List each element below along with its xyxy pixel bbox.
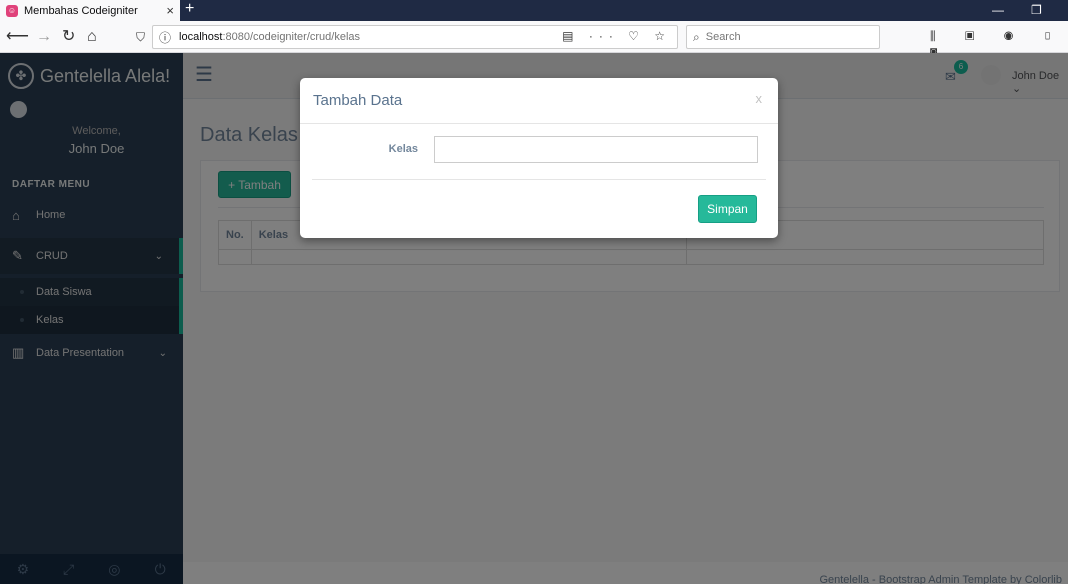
minimize-icon[interactable]: —	[992, 0, 1004, 21]
url-path: :8080/codeigniter/crud/kelas	[222, 31, 361, 43]
add-data-modal: Tambah Data x Kelas Simpan	[300, 78, 778, 238]
tab-title: Membahas Codeigniter	[24, 4, 138, 17]
kelas-label: Kelas	[388, 143, 418, 155]
shield-icon[interactable]: ⛉	[136, 27, 145, 47]
browser-tab[interactable]: ☺ Membahas Codeigniter ×	[0, 0, 180, 21]
reload-icon[interactable]: ↻	[62, 27, 75, 47]
save-button[interactable]: Simpan	[698, 195, 757, 223]
back-icon[interactable]: ⟵	[6, 27, 29, 47]
info-icon[interactable]: ⓘ	[159, 29, 171, 46]
new-tab-button[interactable]: +	[185, 0, 194, 21]
url-host: localhost	[179, 31, 223, 43]
search-placeholder: Search	[705, 31, 741, 43]
search-icon: ⌕	[693, 29, 700, 44]
forward-icon[interactable]: →	[36, 27, 52, 47]
favicon-icon: ☺	[6, 4, 18, 17]
divider	[312, 179, 766, 180]
home-icon[interactable]: ⌂	[87, 27, 97, 47]
modal-header: Tambah Data x	[300, 78, 778, 124]
url-bar[interactable]: ⓘ localhost :8080/codeigniter/crud/kelas…	[152, 25, 678, 49]
page-actions-icons[interactable]: ▤ ··· ♡ ☆	[562, 29, 671, 43]
browser-tab-bar: ☺ Membahas Codeigniter × + — ❐	[0, 0, 1068, 21]
close-icon[interactable]: x	[756, 91, 763, 106]
restore-icon[interactable]: ❐	[1031, 0, 1042, 21]
modal-title: Tambah Data	[313, 92, 403, 109]
search-bar[interactable]: ⌕ Search	[686, 25, 880, 49]
close-tab-icon[interactable]: ×	[166, 3, 174, 18]
kelas-input[interactable]	[434, 136, 758, 163]
browser-toolbar: ⟵ → ↻ ⌂ ⛉ ⓘ localhost :8080/codeigniter/…	[0, 21, 1068, 58]
